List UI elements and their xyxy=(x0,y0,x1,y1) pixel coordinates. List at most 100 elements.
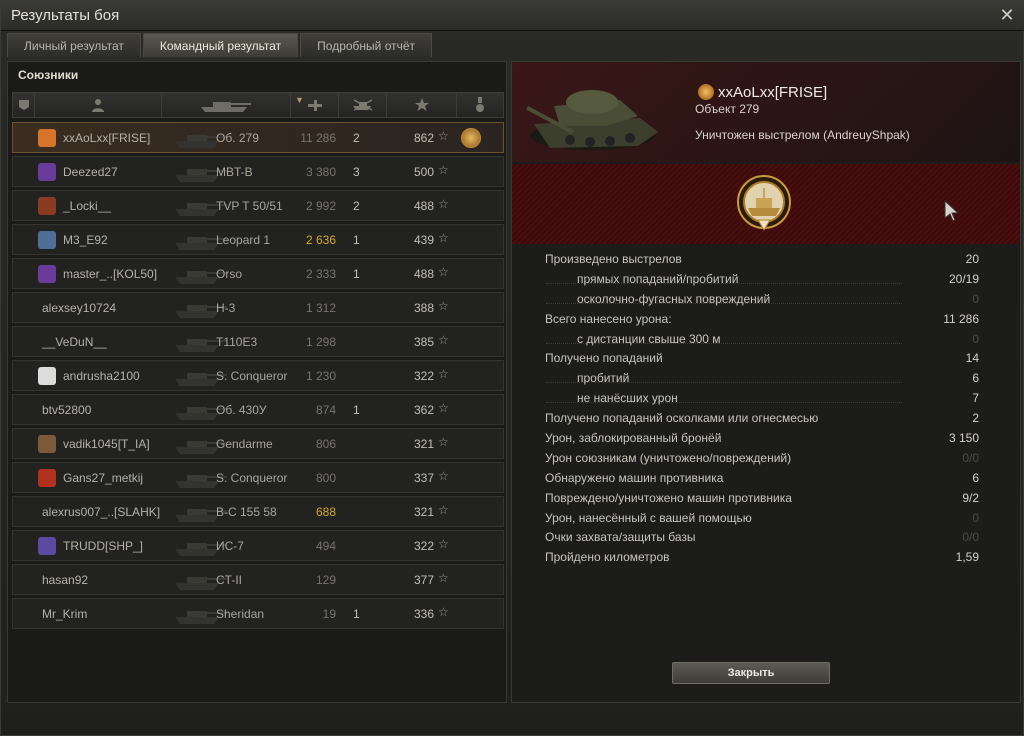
xp-star-icon: ☆ xyxy=(438,231,449,245)
damage-value: 494 xyxy=(315,539,336,553)
kills-icon[interactable] xyxy=(339,93,387,117)
table-row[interactable]: alexsey10724 H-3 1 312 388 ☆ xyxy=(12,292,504,323)
damage-value: 874 xyxy=(315,403,336,417)
clan-badge-icon xyxy=(38,367,56,385)
table-row[interactable]: btv52800 Об. 430У 874 1 362 ☆ xyxy=(12,394,504,425)
xp-value: 321 xyxy=(413,437,434,451)
damage-value: 2 992 xyxy=(305,199,336,213)
xp-star-icon: ☆ xyxy=(438,299,449,313)
player-name: xxAoLxx[FRISE] xyxy=(63,131,151,145)
tank-name: Об. 279 xyxy=(216,131,259,145)
player-icon[interactable] xyxy=(35,93,162,117)
clan-badge-icon xyxy=(38,163,56,181)
table-row[interactable]: Deezed27 MBT-B 3 380 3 500 ☆ xyxy=(12,156,504,187)
damage-icon[interactable]: ▼ xyxy=(291,93,339,117)
clan-badge-icon xyxy=(38,469,56,487)
table-row[interactable]: hasan92 CT-II 129 377 ☆ xyxy=(12,564,504,595)
stat-row: Очки захвата/защиты базы 0/0 xyxy=(542,528,982,548)
kills-value: 1 xyxy=(353,267,360,281)
stat-row: с дистанции свыше 300 м 0 xyxy=(542,330,982,350)
table-row[interactable]: __VeDuN__ T110E3 1 298 385 ☆ xyxy=(12,326,504,357)
xp-value: 362 xyxy=(413,403,434,417)
xp-value: 322 xyxy=(413,539,434,553)
table-row[interactable]: TRUDD[SHP_] ИС-7 494 322 ☆ xyxy=(12,530,504,561)
stat-label: с дистанции свыше 300 м xyxy=(577,331,721,346)
tank-name: Gendarme xyxy=(216,437,273,451)
stat-value: 0 xyxy=(972,291,979,306)
tank-icon[interactable] xyxy=(162,93,291,117)
clan-badge-icon xyxy=(38,537,56,555)
player-name: alexsey10724 xyxy=(42,301,117,315)
stat-value: 9/2 xyxy=(962,490,979,505)
table-row[interactable]: _Locki__ TVP T 50/51 2 992 2 488 ☆ xyxy=(12,190,504,221)
stat-row: Урон, заблокированный бронёй 3 150 xyxy=(542,429,982,449)
destroyed-by: Уничтожен выстрелом (AndreuyShpak) xyxy=(695,128,910,142)
player-name: vadik1045[T_IA] xyxy=(63,437,150,451)
table-row[interactable]: vadik1045[T_IA] Gendarme 806 321 ☆ xyxy=(12,428,504,459)
xp-value: 336 xyxy=(413,607,434,621)
xp-star-icon: ☆ xyxy=(438,537,449,551)
kills-value: 2 xyxy=(353,199,360,213)
stat-label: пробитий xyxy=(577,371,630,386)
stat-row: Всего нанесено урона: 11 286 xyxy=(542,310,982,330)
kills-value: 1 xyxy=(353,607,360,621)
table-row[interactable]: Mr_Krim Sheridan 19 1 336 ☆ xyxy=(12,598,504,629)
team-panel: Союзники ▼ xxAoLxx[FRISE] Об. 279 11 286… xyxy=(7,61,507,703)
cursor-icon xyxy=(944,200,960,222)
stat-value: 0/0 xyxy=(962,530,979,545)
stat-value: 1,59 xyxy=(955,550,979,565)
stat-value: 2 xyxy=(972,411,979,426)
achievement-band xyxy=(512,164,1020,244)
stat-row: Обнаружено машин противника 6 xyxy=(542,469,982,489)
damage-value: 129 xyxy=(315,573,336,587)
xp-star-icon[interactable] xyxy=(387,93,457,117)
tank-name: CT-II xyxy=(216,573,242,587)
stat-row: Урон, нанесённый с вашей помощью 0 xyxy=(542,509,982,529)
stat-value: 6 xyxy=(972,470,979,485)
tab-team-result[interactable]: Командный результат xyxy=(142,33,299,57)
medal-icon[interactable] xyxy=(461,128,481,148)
stat-label: Урон, заблокированный бронёй xyxy=(545,431,722,446)
player-name: Mr_Krim xyxy=(42,607,88,621)
tab-detailed-report[interactable]: Подробный отчёт xyxy=(300,33,433,57)
platoon-icon[interactable] xyxy=(13,93,35,117)
table-row[interactable]: Gans27_metkij S. Conqueror 800 337 ☆ xyxy=(12,462,504,493)
damage-value: 19 xyxy=(322,607,336,621)
medal-icon[interactable] xyxy=(457,93,503,117)
close-icon[interactable]: ✕ xyxy=(997,5,1017,25)
table-row[interactable]: xxAoLxx[FRISE] Об. 279 11 286 2 862 ☆ xyxy=(12,122,504,153)
stat-label: осколочно-фугасных повреждений xyxy=(577,291,771,306)
damage-value: 3 380 xyxy=(305,165,336,179)
close-button[interactable]: Закрыть xyxy=(672,662,830,684)
table-header: ▼ xyxy=(12,92,504,118)
table-row[interactable]: M3_E92 Leopard 1 2 636 1 439 ☆ xyxy=(12,224,504,255)
stat-label: Получено попаданий xyxy=(545,351,663,366)
player-name: btv52800 xyxy=(42,403,92,417)
achievement-medal-icon[interactable] xyxy=(736,172,792,234)
stat-value: 20 xyxy=(965,252,979,266)
xp-value: 322 xyxy=(413,369,434,383)
tab-bar: Личный результат Командный результат Под… xyxy=(7,33,433,57)
kills-value: 1 xyxy=(353,233,360,247)
tab-personal-result[interactable]: Личный результат xyxy=(7,33,141,57)
xp-star-icon: ☆ xyxy=(438,469,449,483)
xp-star-icon: ☆ xyxy=(438,401,449,415)
table-row[interactable]: master_..[KOL50] Orso 2 333 1 488 ☆ xyxy=(12,258,504,289)
kills-value: 2 xyxy=(353,131,360,145)
stat-value: 0 xyxy=(972,331,979,346)
tank-name: S. Conqueror xyxy=(216,369,288,383)
team-title: Союзники xyxy=(18,68,79,82)
kills-value: 3 xyxy=(353,165,360,179)
player-name: _Locki__ xyxy=(63,199,112,213)
player-name: alexrus007_..[SLAHK] xyxy=(42,505,161,519)
details-panel: xxAoLxx[FRISE] Объект 279 Уничтожен выст… xyxy=(511,61,1021,703)
table-row[interactable]: alexrus007_..[SLAHK] В-С 155 58 688 321 ☆ xyxy=(12,496,504,527)
damage-value: 806 xyxy=(315,437,336,451)
clan-badge-icon xyxy=(698,84,714,100)
xp-value: 862 xyxy=(413,131,434,145)
player-name: master_..[KOL50] xyxy=(63,267,158,281)
player-name: TRUDD[SHP_] xyxy=(63,539,144,553)
damage-value: 1 230 xyxy=(305,369,336,383)
table-row[interactable]: andrusha2100 S. Conqueror 1 230 322 ☆ xyxy=(12,360,504,391)
stat-label: Пройдено километров xyxy=(545,550,670,565)
